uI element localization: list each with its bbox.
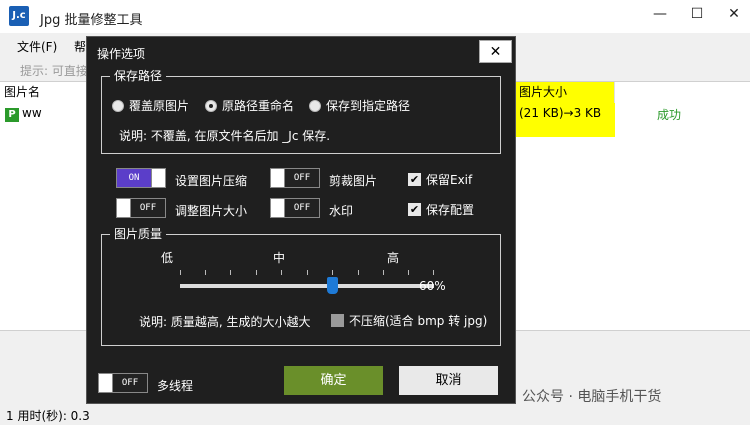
file-size-cell: (21 KB)→3 KB: [515, 103, 615, 137]
window-title: Jpg 批量修整工具: [40, 13, 143, 28]
file-type-icon: P: [5, 108, 19, 122]
quality-slider-thumb[interactable]: [327, 277, 339, 294]
checkbox-empty-icon: [331, 314, 344, 327]
compress-toggle[interactable]: ON: [116, 168, 166, 188]
radio-dot-selected: [205, 99, 217, 112]
crop-label: 剪裁图片: [329, 174, 378, 188]
radio-rename[interactable]: 原路径重命名: [205, 97, 294, 114]
watermark-label: 水印: [329, 204, 354, 218]
quality-mid-label: 中: [273, 251, 286, 265]
quality-label: 图片质量: [110, 227, 167, 241]
toggle-state: ON: [117, 169, 151, 187]
slider-tick: [332, 270, 333, 275]
slider-tick: [205, 270, 206, 275]
toggle-knob: [151, 169, 165, 187]
slider-tick: [358, 270, 359, 275]
file-name-cell[interactable]: ww: [22, 106, 42, 120]
no-compress-label: 不压缩(适合 bmp 转 jpg): [349, 314, 488, 328]
no-compress-checkbox[interactable]: 不压缩(适合 bmp 转 jpg): [331, 312, 487, 329]
app-icon: J.c: [9, 6, 29, 26]
crop-toggle[interactable]: OFF: [270, 168, 320, 188]
radio-dot: [309, 99, 321, 112]
cancel-button[interactable]: 取消: [399, 366, 498, 395]
title-bar: J.c Jpg 批量修整工具 — ☐ ✕: [0, 0, 750, 33]
quality-value: 60%: [419, 279, 446, 293]
minimize-button[interactable]: —: [650, 6, 670, 22]
slider-tick: [383, 270, 384, 275]
toggle-knob: [271, 199, 285, 217]
toggle-state: OFF: [285, 169, 319, 187]
options-dialog: 操作选项 ✕ 保存路径 覆盖原图片 原路径重命名 保存到指定路径 说明: 不覆盖…: [86, 36, 516, 404]
toggle-knob: [271, 169, 285, 187]
watermark-text: 公众号 · 电脑手机干货: [522, 389, 662, 405]
save-config-checkbox[interactable]: ✔ 保存配置: [408, 201, 474, 218]
quality-group: 图片质量 低 中 高 60% 说明: 质量越高, 生成的大小越大 不压缩(适合 …: [101, 227, 501, 346]
radio-rename-label: 原路径重命名: [222, 99, 295, 113]
slider-tick: [433, 270, 434, 275]
resize-toggle[interactable]: OFF: [116, 198, 166, 218]
status-bar: 1 用时(秒): 0.3: [0, 405, 750, 425]
keep-exif-label: 保留Exif: [426, 173, 473, 187]
save-path-label: 保存路径: [110, 69, 167, 83]
radio-overwrite[interactable]: 覆盖原图片: [112, 97, 189, 114]
quality-high-label: 高: [387, 251, 400, 265]
hint-text: 提示: 可直接: [20, 64, 88, 78]
dialog-title: 操作选项: [97, 47, 146, 61]
checkmark-icon: ✔: [408, 203, 421, 216]
toggle-knob: [99, 374, 113, 392]
save-path-group: 保存路径 覆盖原图片 原路径重命名 保存到指定路径 说明: 不覆盖, 在原文件名…: [101, 69, 501, 154]
quality-note: 说明: 质量越高, 生成的大小越大: [139, 315, 311, 329]
keep-exif-checkbox[interactable]: ✔ 保留Exif: [408, 171, 472, 188]
multithread-label: 多线程: [157, 379, 194, 393]
toggle-state: OFF: [113, 374, 147, 392]
maximize-button[interactable]: ☐: [687, 6, 707, 22]
column-header-size[interactable]: 图片大小: [515, 82, 615, 103]
toggle-knob: [117, 199, 131, 217]
checkmark-icon: ✔: [408, 173, 421, 186]
window-close-button[interactable]: ✕: [724, 6, 744, 22]
menu-help[interactable]: 帮: [74, 38, 86, 55]
compress-label: 设置图片压缩: [175, 174, 248, 188]
slider-tick: [307, 270, 308, 275]
quality-low-label: 低: [161, 251, 174, 265]
multithread-toggle[interactable]: OFF: [98, 373, 148, 393]
radio-custom-path-label: 保存到指定路径: [326, 99, 411, 113]
slider-tick: [256, 270, 257, 275]
slider-tick: [180, 270, 181, 275]
toggle-state: OFF: [285, 199, 319, 217]
menu-file[interactable]: 文件(F): [17, 38, 57, 55]
radio-overwrite-label: 覆盖原图片: [129, 99, 190, 113]
status-cell: 成功: [657, 108, 682, 122]
radio-custom-path[interactable]: 保存到指定路径: [309, 97, 410, 114]
elapsed-time: 1 用时(秒): 0.3: [6, 409, 90, 423]
watermark-toggle[interactable]: OFF: [270, 198, 320, 218]
slider-tick: [408, 270, 409, 275]
ok-button[interactable]: 确定: [284, 366, 383, 395]
resize-label: 调整图片大小: [175, 204, 248, 218]
save-config-label: 保存配置: [426, 203, 475, 217]
quality-slider[interactable]: [180, 284, 434, 288]
save-path-note: 说明: 不覆盖, 在原文件名后加 _Jc 保存.: [119, 129, 331, 143]
dialog-close-button[interactable]: ✕: [479, 40, 512, 63]
slider-tick: [230, 270, 231, 275]
radio-dot: [112, 99, 124, 112]
toggle-state: OFF: [131, 199, 165, 217]
slider-tick: [281, 270, 282, 275]
